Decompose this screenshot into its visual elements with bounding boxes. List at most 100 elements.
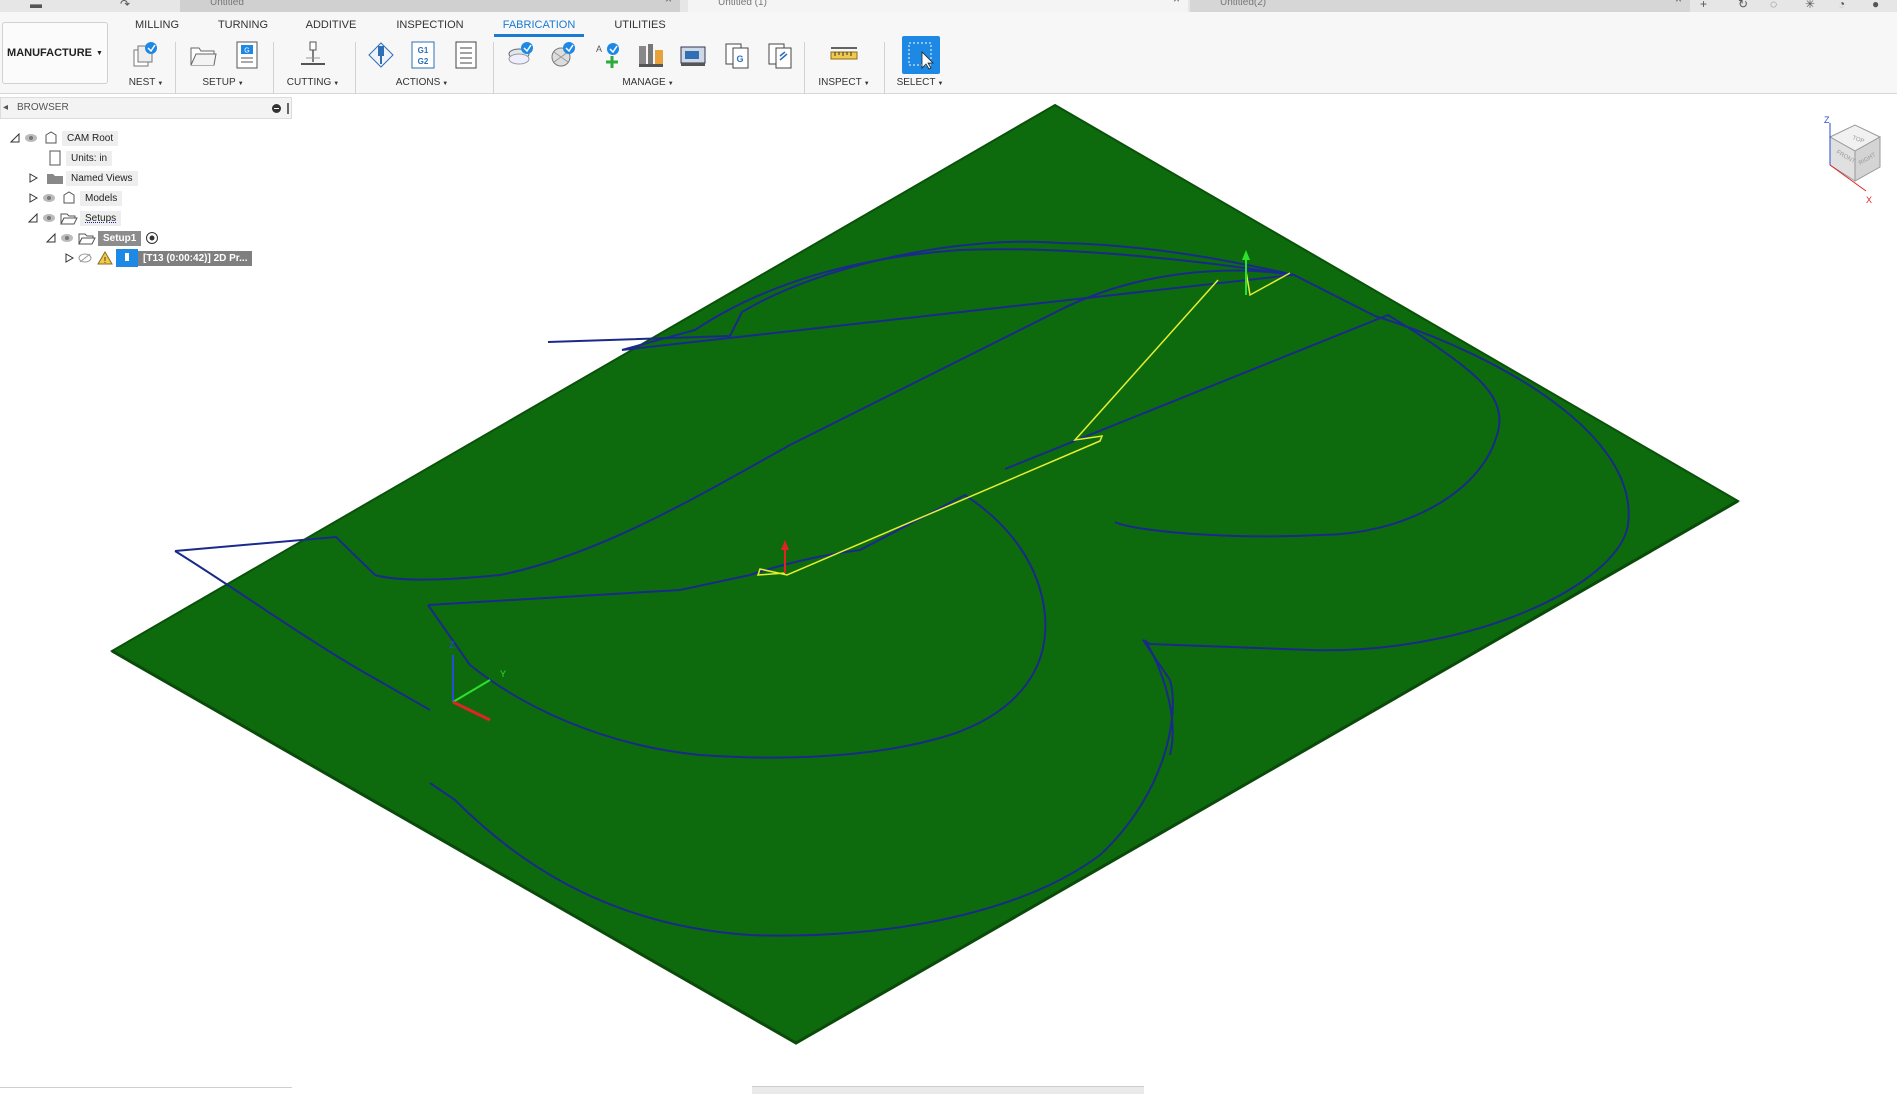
post-library-icon[interactable] [678,38,708,72]
group-setup-label[interactable]: SETUP ▼ [196,77,250,88]
document-tab-untitled-2[interactable]: Untitled(2) × [1190,0,1690,12]
template-library-icon[interactable] [548,38,578,72]
group-inspect-label[interactable]: INSPECT ▼ [812,77,876,88]
caret-down-icon: ▼ [96,49,103,57]
group-inspect-text: INSPECT [818,77,862,88]
folder-icon [44,170,66,186]
cutting-icon[interactable] [298,38,328,72]
eye-hidden-icon[interactable] [76,251,94,265]
tab-utilities[interactable]: UTILITIES [612,17,668,37]
tool-library-icon[interactable] [506,38,536,72]
tab-inspection[interactable]: INSPECTION [396,17,464,37]
post-process-icon[interactable]: G1 G2 [408,38,438,72]
group-cutting-label[interactable]: CUTTING ▼ [284,77,342,88]
eye-icon[interactable] [58,231,76,245]
workspace-switcher-button[interactable]: MANUFACTURE ▼ [2,22,108,84]
expand-icon[interactable] [26,191,40,205]
panel-grip-icon[interactable] [287,103,289,114]
tab-turning[interactable]: TURNING [216,17,270,37]
group-actions-label[interactable]: ACTIONS ▼ [390,77,454,88]
operation-icon [116,249,138,267]
tree-item-label: CAM Root [62,130,119,146]
tree-item-models[interactable]: Models [26,188,123,208]
new-setup-icon[interactable] [188,38,218,72]
collapse-icon[interactable] [26,211,40,225]
group-divider [804,42,805,94]
notifications-icon[interactable]: ◌ [1770,0,1777,11]
browser-panel: ◂ BROWSER CAM Root Units: in Named Views [0,97,292,1094]
machine-library-icon[interactable] [636,38,666,72]
group-divider [493,42,494,94]
add-tab-icon[interactable]: + [1700,0,1707,11]
group-divider [175,42,176,94]
group-divider [273,42,274,94]
eye-icon[interactable] [40,211,58,225]
group-manage-text: MANAGE [622,77,666,88]
tree-item-setups[interactable]: Setups [26,208,122,228]
tree-item-units[interactable]: Units: in [44,148,113,168]
collapse-browser-icon[interactable]: ◂ [3,98,8,118]
file-menu-icon[interactable]: ▬ [30,0,42,11]
help-icon[interactable]: ◔ [1838,0,1845,11]
group-setup-text: SETUP [202,77,236,88]
extensions-icon[interactable]: ✳ [1805,0,1815,11]
sheet-library-icon[interactable] [765,38,795,72]
browser-bottom-divider [0,1087,292,1088]
tree-item-label: Models [80,190,123,206]
sync-icon[interactable]: ↻ [1738,0,1748,11]
svg-text:!: ! [104,256,106,265]
document-tab-untitled-1[interactable]: Untitled (1) × [688,0,1188,12]
tree-item-cam-root[interactable]: CAM Root [8,128,119,148]
group-manage-label[interactable]: MANAGE ▼ [616,77,680,88]
minimize-icon[interactable] [272,104,281,113]
svg-text:G: G [244,48,249,55]
eye-icon[interactable] [22,131,40,145]
select-icon[interactable] [902,36,940,74]
tab-fabrication[interactable]: FABRICATION [494,17,584,37]
tab-milling[interactable]: MILLING [134,17,180,37]
nc-program-icon[interactable]: G [232,38,262,72]
ribbon-toolbar: MANUFACTURE ▼ MILLING TURNING ADDITIVE I… [0,12,1897,94]
measure-icon[interactable] [829,38,859,72]
task-manager-icon[interactable]: G [722,38,752,72]
origin-y-label: Y [500,669,506,679]
tree-item-label: Setup1 [98,230,142,246]
view-cube-x-label: X [1866,195,1872,205]
svg-text:G2: G2 [418,57,429,66]
setup-sheet-icon[interactable] [451,38,481,72]
svg-text:G1: G1 [418,46,429,55]
navigation-bar[interactable] [752,1086,1144,1094]
document-tab-strip: ▬ ↷ Untitled × Untitled (1) × Untitled(2… [0,0,1897,12]
collapse-icon[interactable] [44,231,58,245]
group-select-label[interactable]: SELECT ▼ [888,77,952,88]
close-icon[interactable]: × [1173,0,1180,5]
tree-item-setup1[interactable]: Setup1 [44,228,163,248]
group-cutting-text: CUTTING [286,77,332,88]
nest-icon[interactable] [130,38,160,72]
expand-icon[interactable] [26,171,40,185]
redo-arrow-icon[interactable]: ↷ [120,0,130,11]
stock-plate [109,103,1740,1045]
simulate-icon[interactable] [366,38,396,72]
profile-avatar[interactable]: ● [1872,0,1879,11]
group-select-text: SELECT [896,77,936,88]
activate-radio-icon[interactable] [141,230,163,246]
tree-item-operation[interactable]: ! [T13 (0:00:42)] 2D Pr... [62,248,253,268]
view-cube[interactable]: TOP FRONT RIGHT Z X [1800,115,1890,215]
expand-icon[interactable] [62,251,76,265]
view-cube-z-label: Z [1824,115,1830,125]
open-folder-icon [58,210,80,226]
expand-collapse-icon[interactable] [8,131,22,145]
tree-item-label: Setups [80,210,122,226]
open-folder-icon [76,230,98,246]
workspace-label: MANUFACTURE [7,47,92,59]
close-icon[interactable]: × [665,0,672,5]
add-tag-icon[interactable]: A [592,38,622,72]
origin-z-label: Z [449,640,455,650]
eye-icon[interactable] [40,191,58,205]
tree-item-named-views[interactable]: Named Views [26,168,138,188]
document-tab-untitled[interactable]: Untitled × [180,0,680,12]
tab-additive[interactable]: ADDITIVE [304,17,358,37]
group-nest-label[interactable]: NEST ▼ [124,77,168,88]
close-icon[interactable]: × [1675,0,1682,5]
